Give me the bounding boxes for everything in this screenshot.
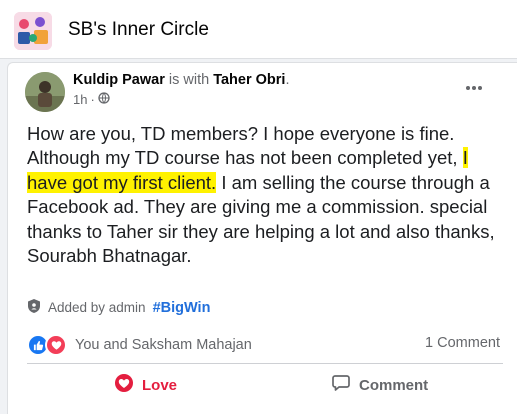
post-header-line: Kuldip Pawar is with Taher Obri. [73,72,289,88]
love-label: Love [142,376,178,394]
reaction-names[interactable]: You and Saksham Mahajan [75,337,252,353]
post-card: Kuldip Pawar is with Taher Obri. 1h · Ho… [7,62,517,414]
comment-count[interactable]: 1 Comment [425,335,500,351]
post-body-text-1: How are you, TD members? I hope everyone… [27,123,463,169]
love-icon [45,334,67,356]
with-text: is with [164,72,214,88]
heart-icon [114,373,134,397]
comment-icon [331,373,351,397]
group-header: SB's Inner Circle [0,0,517,59]
more-dots-icon [465,78,483,96]
author-name[interactable]: Kuldip Pawar [73,72,165,88]
globe-icon [98,92,110,107]
post-meta: 1h · [73,92,110,107]
hashtag-link[interactable]: #BigWin [153,300,211,316]
more-options-button[interactable] [460,77,488,97]
author-avatar[interactable] [25,72,65,112]
group-thumbnail[interactable] [14,12,52,50]
shield-icon [27,298,41,317]
meta-separator: · [90,92,95,107]
added-by-text: Added by admin [48,300,146,315]
group-name[interactable]: SB's Inner Circle [68,19,209,41]
comment-label: Comment [359,376,429,394]
tagged-suffix: . [285,72,290,88]
added-by-row: Added by admin #BigWin [27,298,210,317]
actions-divider [27,363,503,364]
post-body: How are you, TD members? I hope everyone… [27,122,497,268]
comment-button[interactable]: Comment [331,373,428,397]
post-time[interactable]: 1h [73,92,87,107]
reactions-row[interactable]: You and Saksham Mahajan [27,334,252,356]
tagged-name[interactable]: Taher Obri [213,72,285,88]
love-button[interactable]: Love [114,373,177,397]
